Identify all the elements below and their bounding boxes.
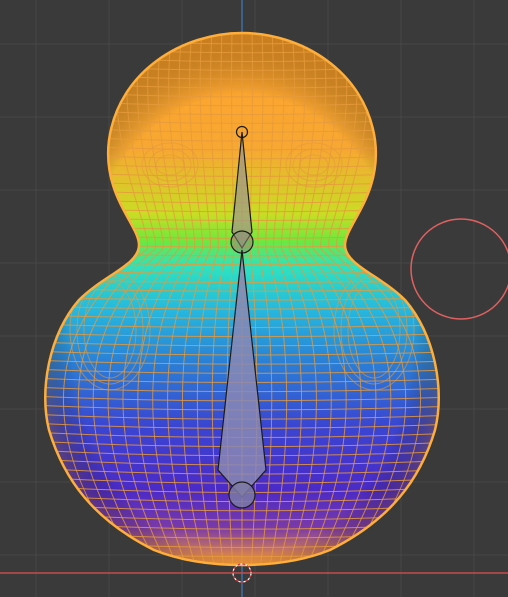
3d-viewport[interactable] bbox=[0, 0, 508, 597]
circle-brush-cursor-icon bbox=[410, 218, 508, 320]
